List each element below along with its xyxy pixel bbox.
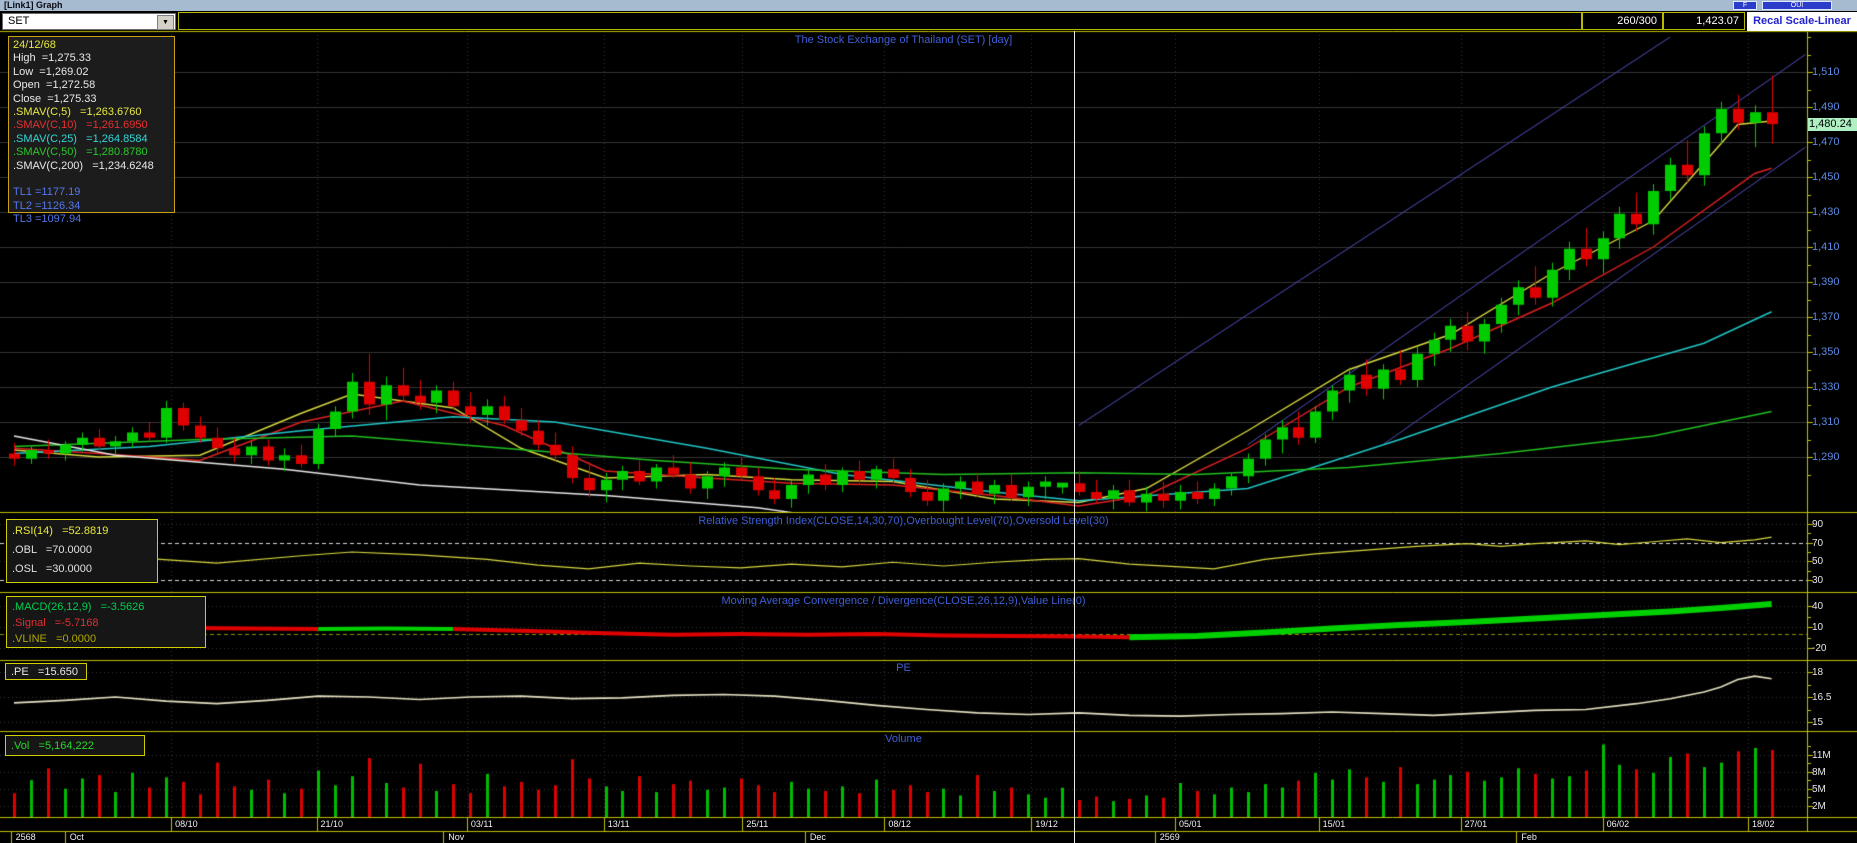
legend-line: .MACD(26,12,9) =-3.5626	[12, 601, 145, 613]
legend-line: .SMAV(C,50) =1,280.8780	[13, 146, 148, 159]
window-button-2[interactable]: OUI	[1762, 1, 1832, 10]
legend-line: Close =1,275.33	[13, 92, 97, 105]
legend-line: TL2 =1126.34	[13, 199, 81, 212]
recal-scale-button[interactable]: Recal Scale-Linear	[1747, 12, 1857, 31]
legend-line: .OSL =30.0000	[12, 563, 93, 575]
legend-line: Low =1,269.02	[13, 65, 89, 78]
legend-line: 24/12/68	[13, 39, 56, 51]
rsi-legend-box: .RSI(14) =52.8819 .OBL =70.0000 .OSL =30.0…	[6, 519, 158, 583]
last-price-tag: 1,480.24	[1808, 118, 1857, 132]
toolbar-message-box	[178, 12, 1582, 30]
legend-line: .Vol =5,164,222	[11, 740, 94, 752]
window-button-1[interactable]: F	[1733, 1, 1757, 10]
legend-line: TL1 =1177.19	[13, 186, 81, 199]
legend-line: High =1,275.33	[13, 52, 91, 65]
macd-legend-box: .MACD(26,12,9) =-3.5626 .Signal =-5.7168.…	[6, 596, 206, 648]
pe-legend-box: .PE =15.650	[5, 663, 87, 680]
chart-canvas[interactable]	[0, 0, 1857, 843]
legend-line: .SMAV(C,5) =1,263.6760	[13, 106, 142, 119]
chevron-down-icon[interactable]: ▼	[157, 15, 174, 30]
symbol-value: SET	[8, 15, 30, 27]
legend-line: .SMAV(C,200) =1,234.6248	[13, 159, 154, 172]
window-title: [Link1] Graph	[4, 0, 63, 10]
legend-line: .RSI(14) =52.8819	[12, 525, 109, 537]
legend-line: .VLINE =0.0000	[12, 633, 97, 645]
legend-line: .OBL =70.0000	[12, 544, 93, 556]
legend-line: .SMAV(C,25) =1,264.8584	[13, 132, 148, 145]
last-value-box: 1,423.07	[1663, 12, 1745, 30]
legend-line: .PE =15.650	[11, 666, 78, 678]
volume-legend-box: .Vol =5,164,222	[5, 735, 145, 756]
legend-line: .Signal =-5.7168	[12, 617, 99, 629]
legend-line: .SMAV(C,10) =1,261.6950	[13, 119, 148, 132]
bar-counter: 260/300	[1582, 12, 1663, 30]
legend-line: TL3 =1097.94	[13, 213, 82, 226]
symbol-dropdown[interactable]: SET ▼	[2, 13, 176, 30]
legend-line: Open =1,272.58	[13, 79, 96, 92]
ohlc-legend-box: 24/12/68 High =1,275.33 Low =1,269.02 Open …	[8, 36, 175, 225]
legend-line	[13, 173, 170, 186]
crosshair-line	[1074, 31, 1075, 843]
window-titlebar[interactable]: [Link1] Graph	[0, 0, 1857, 11]
